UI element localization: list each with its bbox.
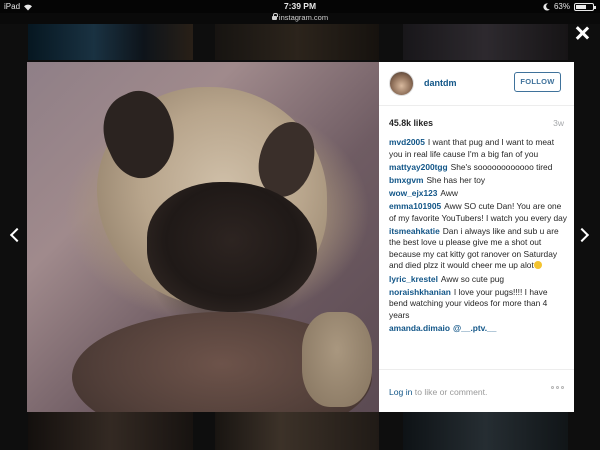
login-suffix: to like or comment. xyxy=(412,387,488,397)
comment-list[interactable]: mvd2005 I want that pug and I want to mea… xyxy=(389,137,567,367)
comment-text: She's soooooooooooo tired xyxy=(450,161,553,172)
comment-username[interactable]: lyric_krestel xyxy=(389,274,438,284)
comment-username[interactable]: emma101905 xyxy=(389,201,441,211)
post-photo[interactable] xyxy=(27,62,379,412)
close-icon[interactable] xyxy=(574,25,590,41)
comment-text: Aww so cute pug xyxy=(440,273,505,284)
status-bar: iPad 7:39 PM 63% xyxy=(0,0,600,13)
list-item: mattyay200tgg She's soooooooooooo tired xyxy=(389,162,567,174)
comment-username[interactable]: bmxgvm xyxy=(389,175,423,185)
list-item: amanda.dimaio @__.ptv.__ xyxy=(389,323,567,335)
comment-username[interactable]: itsmeahkatie xyxy=(389,226,440,236)
status-right: 63% xyxy=(543,2,596,11)
url-text: instagram.com xyxy=(278,13,329,22)
emoji-icon xyxy=(533,261,542,270)
list-item: itsmeahkatie Dan i always like and sub u … xyxy=(389,226,567,272)
comment-mention[interactable]: @__.ptv.__ xyxy=(453,323,496,333)
post-modal: dantdm FOLLOW 45.8k likes 3w mvd2005 I wa… xyxy=(27,62,574,412)
list-item: mvd2005 I want that pug and I want to mea… xyxy=(389,137,567,160)
list-item: wow_ejx123 Aww xyxy=(389,188,567,200)
login-link[interactable]: Log in xyxy=(389,387,412,397)
comment-username[interactable]: mattyay200tgg xyxy=(389,162,448,172)
battery-icon xyxy=(574,2,596,11)
pug-paw xyxy=(302,312,372,407)
post-sidebar: dantdm FOLLOW 45.8k likes 3w mvd2005 I wa… xyxy=(379,62,574,412)
comment-username[interactable]: noraishkhanian xyxy=(389,287,451,297)
post-header: dantdm FOLLOW xyxy=(379,62,574,106)
lock-icon xyxy=(271,13,278,20)
like-count[interactable]: 45.8k likes xyxy=(389,118,433,128)
clock: 7:39 PM xyxy=(283,1,317,11)
comment-username[interactable]: amanda.dimaio xyxy=(389,323,450,333)
avatar[interactable] xyxy=(389,71,414,96)
login-prompt: Log in to like or comment. xyxy=(389,387,487,397)
battery-percent: 63% xyxy=(553,2,570,11)
comment-username[interactable]: mvd2005 xyxy=(389,137,425,147)
list-item: emma101905 Aww SO cute Dan! You are one o… xyxy=(389,201,567,224)
comment-text: She has her toy xyxy=(426,174,486,185)
battery-fill xyxy=(576,4,587,9)
comment-text: Aww xyxy=(440,187,458,198)
list-item: lyric_krestel Aww so cute pug xyxy=(389,274,567,286)
comment-username[interactable]: wow_ejx123 xyxy=(389,188,437,198)
follow-button[interactable]: FOLLOW xyxy=(514,72,561,92)
list-item: noraishkhanian I love your pugs!!!! I hav… xyxy=(389,287,567,322)
url-bar[interactable]: instagram.com xyxy=(0,13,600,24)
more-options-icon[interactable] xyxy=(551,386,564,389)
post-username[interactable]: dantdm xyxy=(424,78,457,88)
list-item: bmxgvm She has her toy xyxy=(389,175,567,187)
likes-row: 45.8k likes 3w xyxy=(389,118,564,128)
post-age[interactable]: 3w xyxy=(553,118,564,128)
ipad-screen: iPad 7:39 PM 63% instagram.com dantdm FO… xyxy=(0,0,600,450)
moon-icon xyxy=(543,2,550,11)
pug-muzzle xyxy=(147,182,317,312)
post-footer: Log in to like or comment. xyxy=(379,369,574,412)
